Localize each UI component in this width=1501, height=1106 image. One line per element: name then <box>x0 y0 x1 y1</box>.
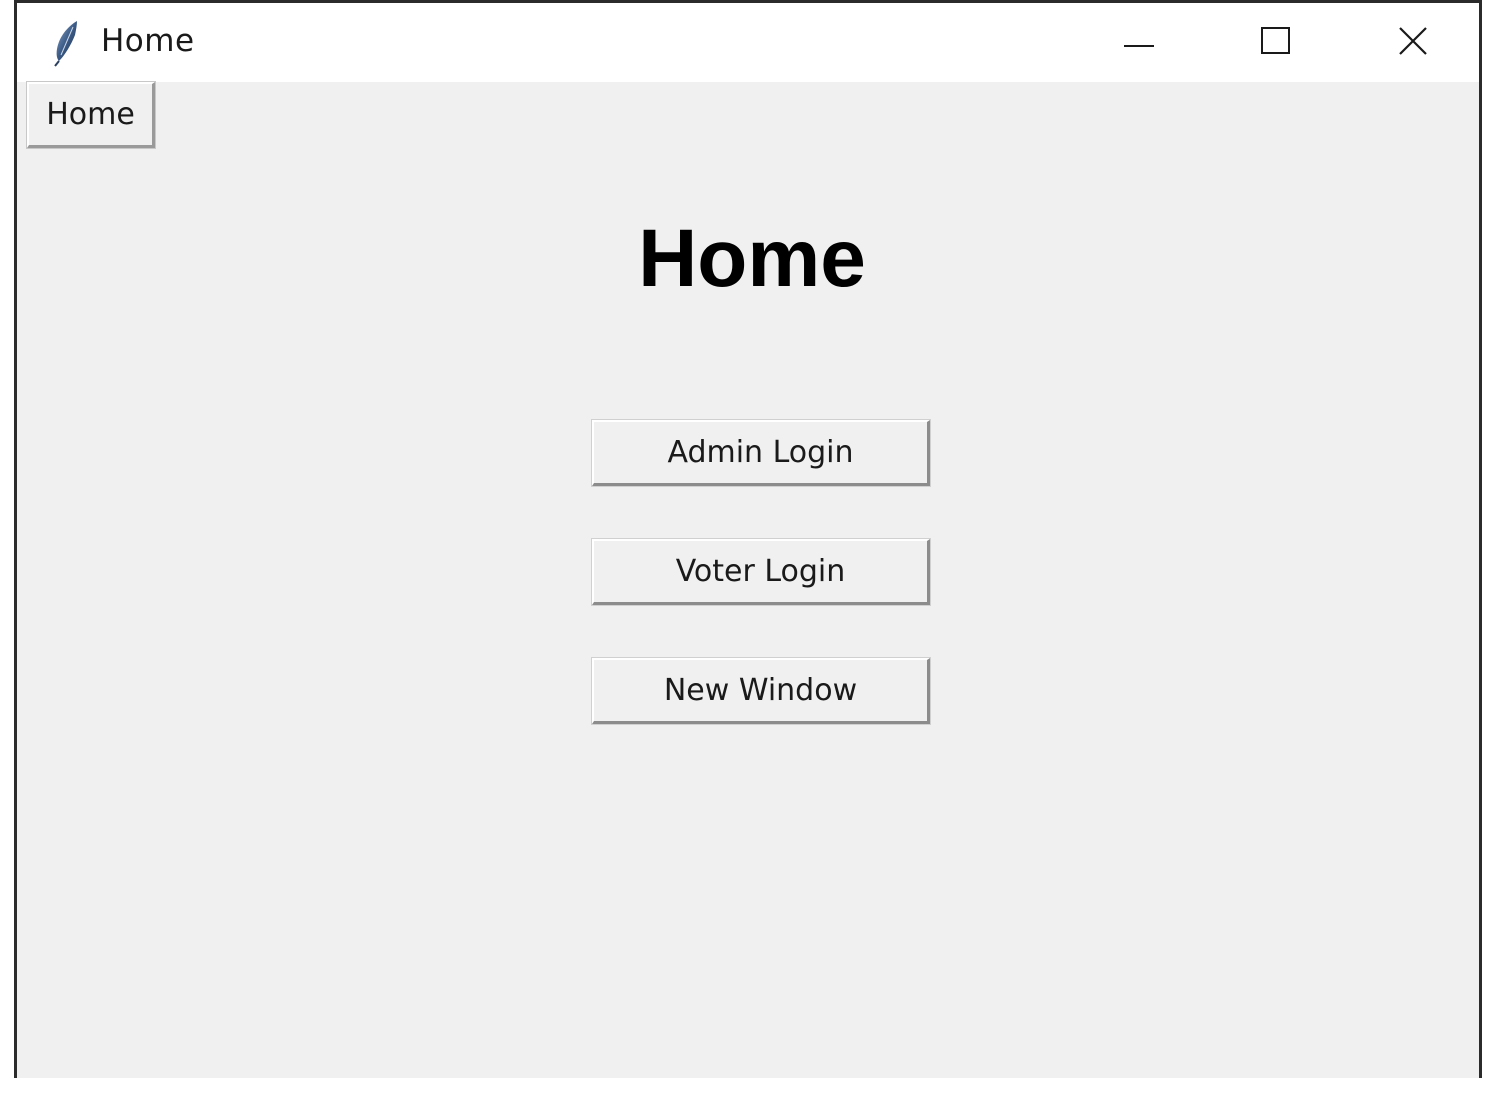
close-button[interactable] <box>1345 3 1481 82</box>
feather-icon <box>49 19 83 67</box>
window-title: Home <box>101 23 195 59</box>
menu-home-button[interactable]: Home <box>27 82 155 148</box>
voter-login-button[interactable]: Voter Login <box>592 539 930 605</box>
maximize-icon <box>1261 26 1291 59</box>
maximize-button[interactable] <box>1208 3 1344 82</box>
title-bar[interactable]: Home <box>17 3 1479 82</box>
close-icon <box>1398 26 1428 60</box>
admin-login-button[interactable]: Admin Login <box>592 420 930 486</box>
new-window-button[interactable]: New Window <box>592 658 930 724</box>
minimize-icon <box>1124 33 1156 52</box>
minimize-button[interactable] <box>1072 3 1208 82</box>
page-title: Home <box>638 213 866 304</box>
app-window: Home Home Home Admin Login Voter Login N… <box>14 0 1482 1078</box>
